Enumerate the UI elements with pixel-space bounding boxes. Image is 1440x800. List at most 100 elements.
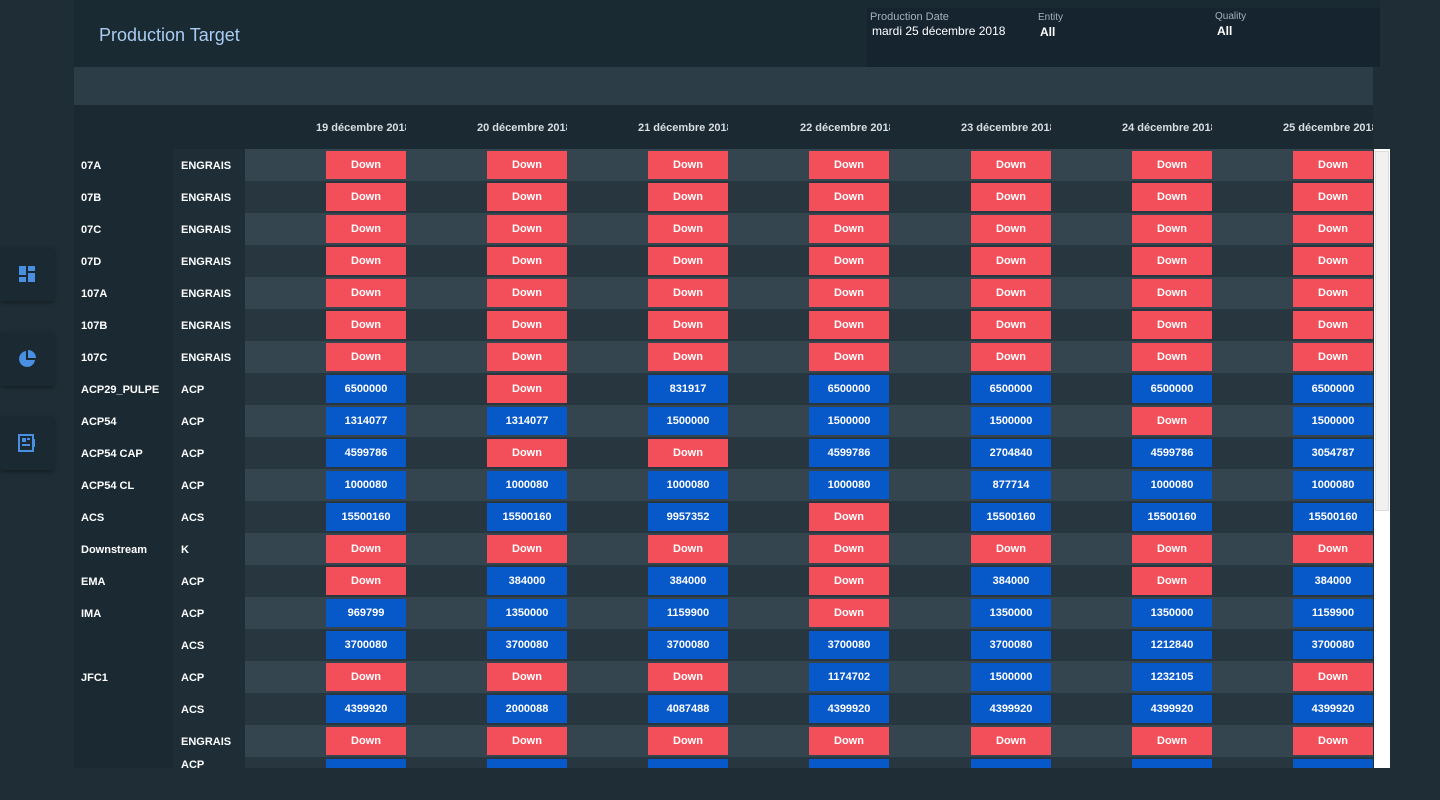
status-down-cell[interactable]: Down [487,439,567,467]
target-value-cell[interactable]: 4599786 [809,439,889,467]
status-down-cell[interactable]: Down [487,663,567,691]
status-down-cell[interactable]: Down [971,343,1051,371]
production-date-filter[interactable]: Production Date mardi 25 décembre 2018 [870,11,1005,38]
status-down-cell[interactable]: Down [487,151,567,179]
target-value-cell[interactable]: 6500000 [1132,375,1212,403]
target-value-cell[interactable]: 4599786 [1132,439,1212,467]
target-value-cell[interactable]: 384000 [1293,567,1373,595]
status-down-cell[interactable]: Down [487,183,567,211]
production-date-value[interactable]: mardi 25 décembre 2018 [872,24,1005,38]
target-value-cell[interactable]: 3700080 [1293,631,1373,659]
status-down-cell[interactable]: Down [648,215,728,243]
target-value-cell[interactable]: 1174702 [809,663,889,691]
status-down-cell[interactable]: Down [1132,215,1212,243]
target-value-cell[interactable]: 1500000 [1293,407,1373,435]
status-down-cell[interactable]: Down [971,151,1051,179]
status-down-cell[interactable]: Down [809,503,889,531]
charts-button[interactable] [0,332,54,386]
status-down-cell[interactable]: Down [1293,183,1373,211]
status-down-cell[interactable]: Down [648,279,728,307]
status-down-cell[interactable]: Down [648,311,728,339]
status-down-cell[interactable]: Down [1293,535,1373,563]
target-value-cell[interactable]: 4087488 [648,695,728,723]
target-value-cell[interactable]: 6500000 [809,375,889,403]
status-down-cell[interactable]: Down [326,727,406,755]
target-value-cell[interactable]: 3054787 [1293,439,1373,467]
status-down-cell[interactable]: Down [809,183,889,211]
target-value-cell[interactable]: 3700080 [487,631,567,659]
vertical-scrollbar[interactable] [1374,149,1390,768]
status-down-cell[interactable]: Down [648,183,728,211]
status-down-cell[interactable]: Down [326,151,406,179]
target-value-cell[interactable]: 1000080 [1293,471,1373,499]
target-value-cell[interactable]: 15500160 [1132,503,1212,531]
scrollbar-thumb[interactable] [1375,151,1389,511]
status-down-cell[interactable]: Down [326,247,406,275]
status-down-cell[interactable]: Down [1132,151,1212,179]
status-down-cell[interactable]: Down [1293,247,1373,275]
status-down-cell[interactable]: Down [487,215,567,243]
target-value-cell[interactable]: 15500160 [971,503,1051,531]
status-down-cell[interactable]: Down [326,279,406,307]
target-value-cell[interactable]: 1500000 [971,407,1051,435]
status-down-cell[interactable]: Down [487,279,567,307]
status-down-cell[interactable]: Down [1132,343,1212,371]
status-down-cell[interactable]: Down [648,535,728,563]
status-down-cell[interactable]: Down [487,343,567,371]
target-value-cell[interactable]: 1500000 [809,407,889,435]
status-down-cell[interactable]: Down [809,247,889,275]
status-down-cell[interactable]: Down [971,727,1051,755]
status-down-cell[interactable]: Down [487,727,567,755]
target-value-cell[interactable]: 2704840 [971,439,1051,467]
status-down-cell[interactable]: Down [809,567,889,595]
status-down-cell[interactable]: Down [1132,279,1212,307]
status-down-cell[interactable]: Down [1132,247,1212,275]
target-value-cell[interactable]: 4399920 [809,695,889,723]
status-down-cell[interactable]: Down [1293,151,1373,179]
status-down-cell[interactable]: Down [809,599,889,627]
target-value-cell[interactable] [1132,759,1212,768]
target-value-cell[interactable]: 4399920 [326,695,406,723]
status-down-cell[interactable]: Down [971,183,1051,211]
status-down-cell[interactable]: Down [648,439,728,467]
target-value-cell[interactable]: 1000080 [326,471,406,499]
status-down-cell[interactable]: Down [1293,311,1373,339]
target-value-cell[interactable]: 4399920 [1293,695,1373,723]
status-down-cell[interactable]: Down [326,663,406,691]
status-down-cell[interactable]: Down [648,343,728,371]
target-value-cell[interactable] [1293,759,1373,768]
report-button[interactable] [0,416,54,470]
status-down-cell[interactable]: Down [971,535,1051,563]
target-value-cell[interactable]: 1159900 [648,599,728,627]
target-value-cell[interactable]: 15500160 [326,503,406,531]
status-down-cell[interactable]: Down [326,343,406,371]
target-value-cell[interactable]: 384000 [487,567,567,595]
target-value-cell[interactable]: 1314077 [326,407,406,435]
status-down-cell[interactable]: Down [1293,215,1373,243]
status-down-cell[interactable]: Down [1293,727,1373,755]
status-down-cell[interactable]: Down [809,215,889,243]
target-value-cell[interactable]: 1000080 [487,471,567,499]
entity-filter[interactable]: Entity All [1038,12,1063,39]
target-value-cell[interactable]: 1232105 [1132,663,1212,691]
target-value-cell[interactable]: 15500160 [1293,503,1373,531]
target-value-cell[interactable] [326,759,406,768]
status-down-cell[interactable]: Down [326,567,406,595]
target-value-cell[interactable]: 3700080 [809,631,889,659]
target-value-cell[interactable]: 1314077 [487,407,567,435]
target-value-cell[interactable]: 384000 [971,567,1051,595]
status-down-cell[interactable]: Down [809,311,889,339]
status-down-cell[interactable]: Down [1132,183,1212,211]
target-value-cell[interactable]: 3700080 [971,631,1051,659]
target-value-cell[interactable]: 15500160 [487,503,567,531]
dashboard-button[interactable] [0,247,54,301]
status-down-cell[interactable]: Down [971,279,1051,307]
target-value-cell[interactable] [971,759,1051,768]
status-down-cell[interactable]: Down [648,727,728,755]
target-value-cell[interactable]: 9957352 [648,503,728,531]
status-down-cell[interactable]: Down [648,663,728,691]
target-value-cell[interactable]: 1350000 [971,599,1051,627]
target-value-cell[interactable]: 6500000 [971,375,1051,403]
status-down-cell[interactable]: Down [809,727,889,755]
status-down-cell[interactable]: Down [809,535,889,563]
